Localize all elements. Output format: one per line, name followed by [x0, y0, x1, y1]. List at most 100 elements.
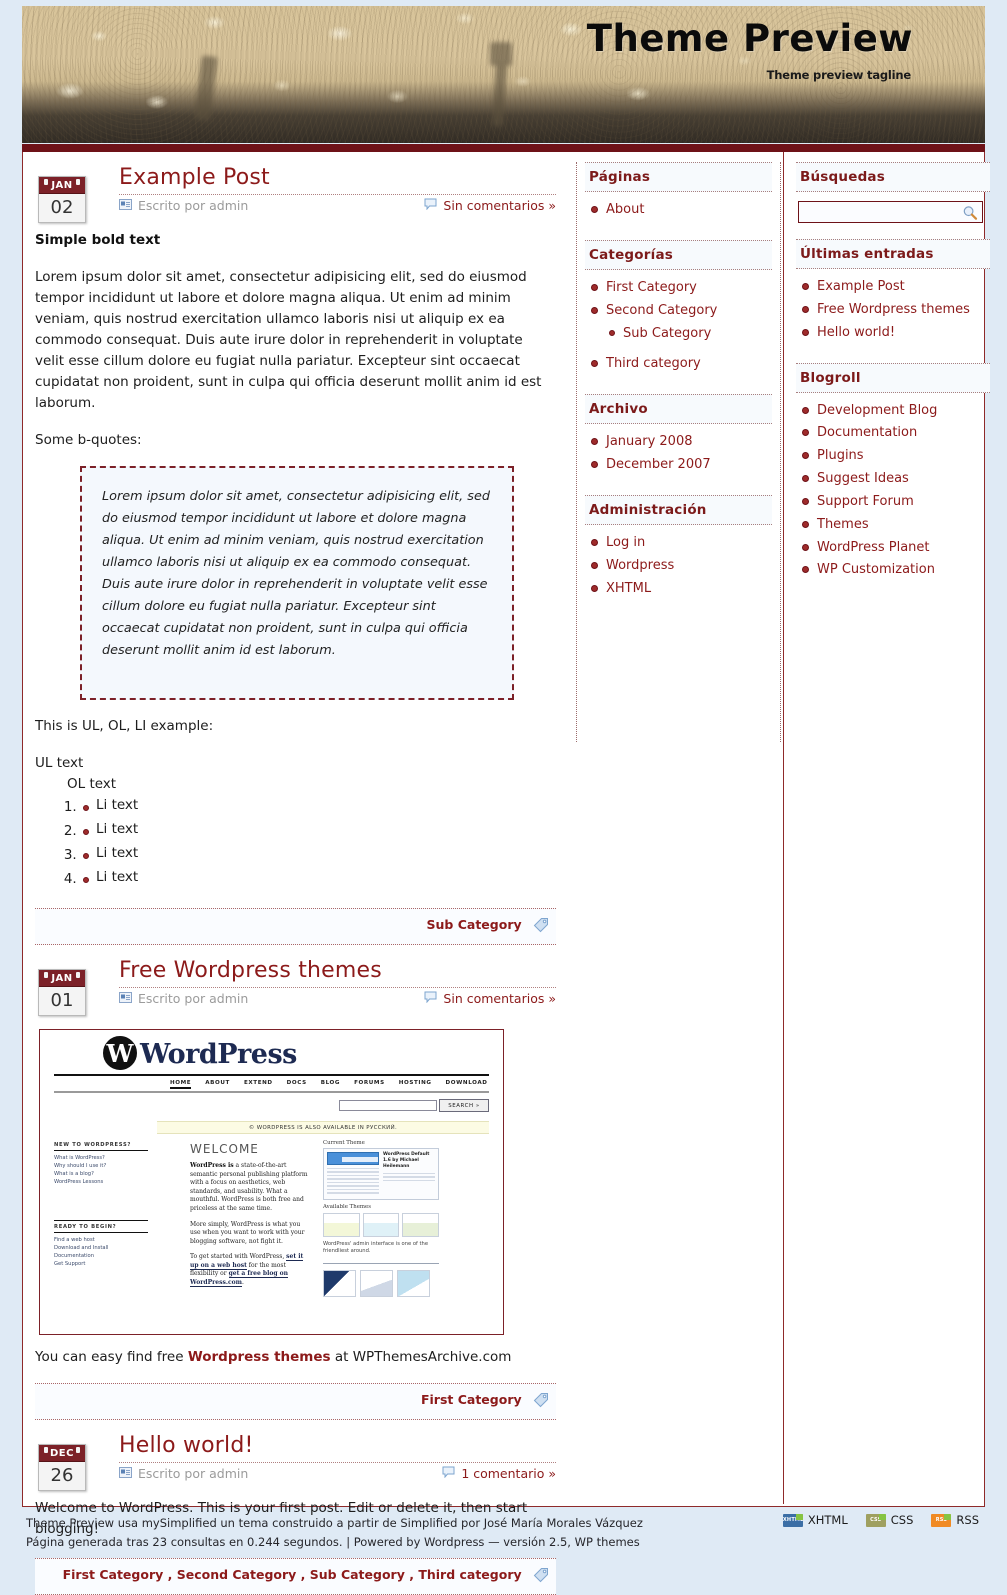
sidebar-left: Páginas About Categorías First Category …: [576, 162, 781, 742]
wp-para-rest: a state-of-the-art semantic personal pub…: [190, 1161, 308, 1212]
post-category-links[interactable]: First Category , Second Category , Sub C…: [63, 1567, 522, 1582]
post-footer-categories: First Category: [35, 1382, 556, 1420]
post-footer-categories: First Category , Second Category , Sub C…: [35, 1557, 556, 1595]
blogroll-item-label: Themes: [817, 516, 869, 532]
sidebar-item-january-2008[interactable]: January 2008: [591, 433, 772, 452]
caption-bold[interactable]: Wordpress themes: [188, 1349, 331, 1365]
blogroll-item-suggest-ideas[interactable]: Suggest Ideas: [802, 470, 990, 489]
wp-nav-item[interactable]: EXTEND: [244, 1080, 273, 1089]
wp-thumbnail[interactable]: [397, 1270, 430, 1298]
search-row: [796, 192, 990, 233]
blogroll-item-label: Support Forum: [817, 493, 914, 509]
sidebar-item-wordpress[interactable]: Wordpress: [591, 557, 772, 576]
blogroll-item-documentation[interactable]: Documentation: [802, 424, 990, 443]
sidebar-item-second-category[interactable]: Second Category: [591, 302, 772, 321]
wp-theme-panel: WordPress Default 1.6 by Michael Heilema…: [323, 1147, 439, 1200]
widget-administracion: Administración Log in Wordpress XHTML: [585, 494, 772, 613]
badge-label: XHTML: [807, 1513, 848, 1527]
wp-link[interactable]: Find a web host: [54, 1236, 148, 1244]
wp-nav-item[interactable]: FORUMS: [354, 1080, 385, 1089]
wp-thumbnail[interactable]: [360, 1270, 393, 1298]
sidebar-item-label: About: [606, 202, 645, 217]
blogroll-item-development-blog[interactable]: Development Blog: [802, 402, 990, 421]
list-bullet-icon: [83, 852, 89, 859]
widget-title: Búsquedas: [796, 162, 990, 192]
blogroll-item-wp-customization[interactable]: WP Customization: [802, 561, 990, 580]
ordered-list: Li text Li text Li text Li text: [63, 795, 556, 890]
post-example-post: JAN 02 Example Post Escrito por admin Si…: [35, 152, 556, 945]
sidebar-item-log-in[interactable]: Log in: [591, 534, 772, 553]
widget-list: January 2008 December 2007: [585, 424, 772, 489]
wordpress-screenshot-image[interactable]: W WordPress HOME ABOUT EXTEND DOCS BLOG …: [39, 1028, 504, 1335]
widget-list: Example Post Free Wordpress themes Hello…: [796, 269, 990, 357]
sidebar-item-about[interactable]: About: [591, 201, 772, 220]
search-input[interactable]: [799, 203, 982, 223]
site-title[interactable]: Theme Preview: [587, 20, 913, 57]
post-author-text: Escrito por admin: [138, 1466, 249, 1482]
post-title[interactable]: Free Wordpress themes: [119, 958, 556, 988]
wp-link[interactable]: What is a blog?: [54, 1170, 148, 1178]
blogroll-item-plugins[interactable]: Plugins: [802, 447, 990, 466]
wp-text-lines: [327, 1167, 379, 1194]
calendar-day: 26: [39, 1461, 85, 1490]
wp-theme-card[interactable]: [323, 1212, 360, 1237]
sidebar-item-xhtml[interactable]: XHTML: [591, 580, 772, 599]
list-intro: This is UL, OL, LI example:: [35, 718, 214, 735]
post-meta: Escrito por admin Sin comentarios »: [119, 991, 556, 1013]
post-header: JAN 01 Free Wordpress themes Escrito por…: [35, 958, 556, 1016]
wp-nav-item[interactable]: DOCS: [287, 1080, 307, 1089]
wp-link[interactable]: What is WordPress?: [54, 1154, 148, 1162]
wp-link[interactable]: Download and Install: [54, 1244, 148, 1252]
widget-paginas: Páginas About: [585, 162, 772, 234]
wp-theme-card[interactable]: [362, 1212, 400, 1237]
wp-thumbnail[interactable]: [323, 1270, 356, 1298]
wp-link[interactable]: Documentation: [54, 1252, 148, 1260]
badge-rss[interactable]: RSS RSS: [931, 1513, 979, 1527]
post-comments-link[interactable]: 1 comentario »: [442, 1466, 556, 1481]
blogroll-item-support-forum[interactable]: Support Forum: [802, 493, 990, 512]
post-title[interactable]: Example Post: [119, 165, 556, 196]
blockquote-text: Lorem ipsum dolor sit amet, consectetur …: [102, 489, 490, 659]
wp-theme-card[interactable]: [402, 1212, 440, 1237]
search-box[interactable]: [798, 201, 983, 223]
wp-nav-item[interactable]: DOWNLOAD: [446, 1080, 488, 1089]
wp-left-column: NEW TO WORDPRESS? What is WordPress? Why…: [54, 1142, 148, 1268]
wp-box-title: NEW TO WORDPRESS?: [54, 1142, 148, 1151]
wp-link[interactable]: Why should I use it?: [54, 1162, 148, 1170]
sidebar-item-december-2007[interactable]: December 2007: [591, 456, 772, 475]
wp-nav-item[interactable]: ABOUT: [205, 1080, 230, 1089]
sidebar-item-label: Sub Category: [623, 325, 712, 341]
magnifier-icon[interactable]: [962, 205, 978, 225]
wp-paragraph-2: More simply, WordPress is what you use w…: [190, 1220, 305, 1245]
badge-xhtml[interactable]: XHTML XHTML: [782, 1513, 848, 1527]
post-comments-link[interactable]: Sin comentarios »: [424, 991, 556, 1006]
wp-language-notice: © WORDPRESS IS ALSO AVAILABLE IN РУССКИЙ…: [157, 1120, 489, 1134]
post-category-link[interactable]: Sub Category: [427, 917, 522, 932]
calendar-month: DEC: [39, 1444, 85, 1462]
wp-nav-item[interactable]: BLOG: [321, 1080, 340, 1089]
blogroll-item-themes[interactable]: Themes: [802, 516, 990, 535]
sidebar-item-label: Second Category: [606, 302, 718, 318]
badge-css[interactable]: CSS CSS: [865, 1513, 913, 1527]
wp-nav-item[interactable]: HOME: [170, 1080, 192, 1089]
wp-search-input[interactable]: [339, 1099, 437, 1111]
post-title[interactable]: Hello world!: [119, 1433, 556, 1464]
recent-post-hello-world[interactable]: Hello world!: [802, 324, 990, 343]
post-comments-link[interactable]: Sin comentarios »: [424, 198, 556, 213]
post-body: Simple bold text Lorem ipsum dolor sit a…: [35, 220, 556, 890]
blogroll-item-wordpress-planet[interactable]: WordPress Planet: [802, 539, 990, 558]
list-bullet-icon: [83, 829, 89, 836]
recent-post-example-post[interactable]: Example Post: [802, 278, 990, 297]
wp-nav-item[interactable]: HOSTING: [399, 1080, 432, 1089]
sidebar-item-sub-category[interactable]: Sub Category: [591, 325, 772, 344]
comment-bubble-icon: [442, 1466, 455, 1481]
wp-link[interactable]: WordPress Lessons: [54, 1178, 148, 1186]
post-category-link[interactable]: First Category: [421, 1392, 522, 1407]
comment-bubble-icon: [424, 991, 437, 1006]
sidebar-item-first-category[interactable]: First Category: [591, 279, 772, 298]
sidebar-item-third-category[interactable]: Third category: [591, 355, 772, 374]
wp-search-button[interactable]: SEARCH »: [439, 1098, 489, 1112]
sidebar-right: Búsquedas Últimas entradas Example Post …: [788, 162, 998, 600]
wp-link[interactable]: Get Support: [54, 1260, 148, 1268]
recent-post-free-wordpress-themes[interactable]: Free Wordpress themes: [802, 301, 990, 320]
